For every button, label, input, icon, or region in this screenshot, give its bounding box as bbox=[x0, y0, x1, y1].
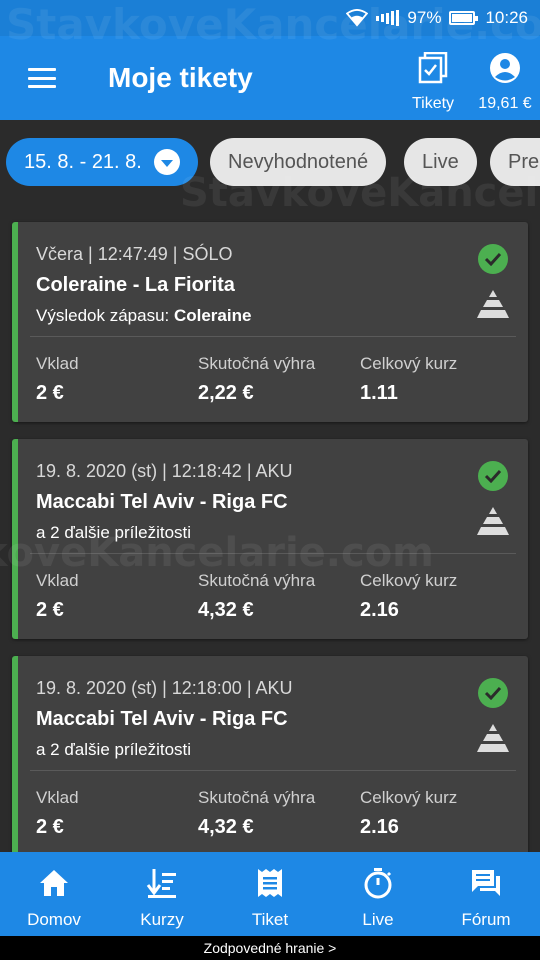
stake-column: Vklad 2 € bbox=[36, 354, 79, 405]
sort-icon bbox=[145, 866, 179, 900]
battery-icon bbox=[449, 11, 479, 25]
tickets-stack-icon bbox=[418, 51, 448, 89]
chevron-down-icon bbox=[153, 149, 180, 175]
odds-value: 2.16 bbox=[360, 816, 399, 838]
stake-label: Vklad bbox=[36, 354, 79, 373]
nav-label: Domov bbox=[27, 910, 81, 929]
ticket-card[interactable]: Včera | 12:47:49 | SÓLO Coleraine - La F… bbox=[12, 222, 528, 422]
odds-label: Celkový kurz bbox=[360, 571, 458, 590]
divider bbox=[30, 770, 516, 771]
nav-tiket[interactable]: Tiket bbox=[216, 852, 324, 936]
ticket-meta: 19. 8. 2020 (st) | 12:18:00 | AKU bbox=[36, 678, 293, 698]
ticket-card[interactable]: 19. 8. 2020 (st) | 12:18:42 | AKU Maccab… bbox=[12, 439, 528, 639]
odds-label: Celkový kurz bbox=[360, 354, 458, 373]
receipt-icon bbox=[253, 866, 287, 900]
stake-column: Vklad 2 € bbox=[36, 788, 79, 839]
filter-bar: 15. 8. - 21. 8. Nevyhodnotené Live Pre bbox=[0, 120, 540, 200]
ticket-list[interactable]: Včera | 12:47:49 | SÓLO Coleraine - La F… bbox=[0, 200, 540, 852]
stake-value: 2 € bbox=[36, 599, 64, 621]
stake-value: 2 € bbox=[36, 382, 64, 404]
nav-label: Kurzy bbox=[140, 910, 184, 929]
nav-label: Live bbox=[362, 910, 394, 929]
status-time: 10:26 bbox=[485, 8, 528, 27]
account-balance: 19,61 € bbox=[478, 95, 532, 112]
status-bar: 97% 10:26 bbox=[0, 0, 540, 36]
odds-label: Celkový kurz bbox=[360, 788, 458, 807]
battery-percent: 97% bbox=[407, 8, 442, 27]
win-column: Skutočná výhra 4,32 € bbox=[198, 788, 315, 839]
home-icon bbox=[37, 866, 71, 900]
win-column: Skutočná výhra 4,32 € bbox=[198, 571, 315, 622]
filter-date-label: 15. 8. - 21. 8. bbox=[24, 150, 142, 173]
divider bbox=[30, 336, 516, 337]
app-bar: Moje tikety Tikety 19,61 € bbox=[0, 36, 540, 120]
account-icon bbox=[489, 52, 521, 89]
account-button[interactable]: 19,61 € bbox=[470, 52, 540, 113]
ticket-meta: 19. 8. 2020 (st) | 12:18:42 | AKU bbox=[36, 461, 293, 481]
stake-column: Vklad 2 € bbox=[36, 571, 79, 622]
filter-nevyhodnotene[interactable]: Nevyhodnotené bbox=[210, 138, 387, 186]
forum-icon bbox=[469, 866, 503, 900]
filter-label: Live bbox=[422, 150, 459, 173]
tikety-label: Tikety bbox=[411, 95, 455, 112]
win-column: Skutočná výhra 2,22 € bbox=[198, 354, 315, 405]
ticket-subtitle: a 2 ďalšie príležitosti bbox=[36, 523, 192, 542]
win-value: 2,22 € bbox=[198, 382, 254, 404]
nav-forum[interactable]: Fórum bbox=[432, 852, 540, 936]
menu-icon[interactable] bbox=[28, 68, 56, 88]
stake-value: 2 € bbox=[36, 816, 64, 838]
nav-label: Tiket bbox=[251, 910, 289, 929]
nav-label: Fórum bbox=[461, 910, 511, 929]
page-title: Moje tikety bbox=[108, 62, 253, 93]
wifi-icon bbox=[346, 9, 369, 27]
win-label: Skutočná výhra bbox=[198, 571, 316, 590]
odds-column: Celkový kurz 1.11 bbox=[360, 354, 457, 405]
bottom-nav: Domov Kurzy Tiket Live Fórum bbox=[0, 852, 540, 936]
odds-column: Celkový kurz 2.16 bbox=[360, 788, 457, 839]
ticket-subtitle: Výsledok zápasu: Coleraine bbox=[36, 306, 252, 325]
win-value: 4,32 € bbox=[198, 599, 254, 621]
tikety-button[interactable]: Tikety bbox=[404, 51, 462, 113]
pyramid-icon bbox=[477, 724, 509, 752]
odds-value: 1.11 bbox=[360, 382, 398, 404]
divider bbox=[30, 553, 516, 554]
filter-label: Nevyhodnotené bbox=[228, 150, 369, 173]
filter-date-range[interactable]: 15. 8. - 21. 8. bbox=[6, 138, 198, 186]
signal-icon bbox=[376, 10, 400, 26]
check-icon bbox=[478, 244, 508, 274]
filter-live[interactable]: Live bbox=[404, 138, 477, 186]
stake-label: Vklad bbox=[36, 788, 79, 807]
win-label: Skutočná výhra bbox=[198, 354, 316, 373]
stake-label: Vklad bbox=[36, 571, 79, 590]
ticket-card[interactable]: 19. 8. 2020 (st) | 12:18:00 | AKU Maccab… bbox=[12, 656, 528, 852]
odds-column: Celkový kurz 2.16 bbox=[360, 571, 457, 622]
filter-pre[interactable]: Pre bbox=[490, 138, 540, 186]
check-icon bbox=[478, 461, 508, 491]
win-label: Skutočná výhra bbox=[198, 788, 316, 807]
check-icon bbox=[478, 678, 508, 708]
ticket-match: Maccabi Tel Aviv - Riga FC bbox=[36, 491, 288, 513]
ticket-meta: Včera | 12:47:49 | SÓLO bbox=[36, 244, 233, 264]
filter-label: Pre bbox=[508, 150, 540, 173]
ticket-match: Coleraine - La Fiorita bbox=[36, 274, 235, 296]
ticket-match: Maccabi Tel Aviv - Riga FC bbox=[36, 708, 288, 730]
nav-kurzy[interactable]: Kurzy bbox=[108, 852, 216, 936]
win-value: 4,32 € bbox=[198, 816, 254, 838]
stopwatch-icon bbox=[361, 866, 395, 900]
responsible-gaming-link[interactable]: Zodpovedné hranie > bbox=[0, 936, 540, 960]
pyramid-icon bbox=[477, 290, 509, 318]
ticket-subtitle: a 2 ďalšie príležitosti bbox=[36, 740, 192, 759]
nav-domov[interactable]: Domov bbox=[0, 852, 108, 936]
pyramid-icon bbox=[477, 507, 509, 535]
nav-live[interactable]: Live bbox=[324, 852, 432, 936]
odds-value: 2.16 bbox=[360, 599, 399, 621]
